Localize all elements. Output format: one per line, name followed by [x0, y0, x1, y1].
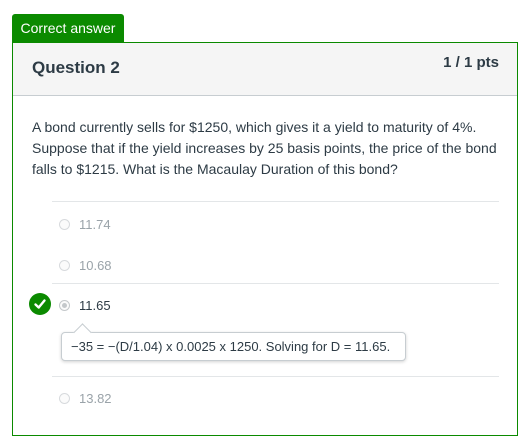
radio-button[interactable]	[59, 392, 70, 404]
check-icon	[29, 293, 51, 315]
divider	[52, 201, 499, 202]
answer-option-selected[interactable]: 11.65	[59, 296, 111, 314]
divider	[52, 283, 499, 284]
radio-button[interactable]	[59, 259, 70, 271]
answer-comment: −35 = −(D/1.04) x 0.0025 x 1250. Solving…	[61, 332, 406, 361]
question-text: A bond currently sells for $1250, which …	[32, 119, 497, 177]
answer-option[interactable]: 10.68	[59, 256, 112, 274]
radio-button-selected[interactable]	[59, 299, 70, 311]
question-card: Question 2 1 / 1 pts A bond currently se…	[12, 42, 518, 436]
answer-comment-text: −35 = −(D/1.04) x 0.0025 x 1250. Solving…	[71, 339, 391, 354]
question-title: Question 2	[32, 58, 120, 77]
answer-label: 11.65	[79, 297, 111, 313]
answer-label: 10.68	[79, 257, 112, 273]
radio-button[interactable]	[59, 218, 70, 230]
correct-answer-tag: Correct answer	[12, 14, 124, 42]
question-points: 1 / 1 pts	[443, 54, 499, 71]
answer-option[interactable]: 13.82	[59, 389, 112, 407]
answer-label: 11.74	[79, 216, 111, 232]
answer-option[interactable]: 11.74	[59, 215, 111, 233]
question-header: Question 2 1 / 1 pts	[13, 43, 517, 96]
answer-label: 13.82	[79, 390, 112, 406]
divider	[52, 376, 499, 377]
